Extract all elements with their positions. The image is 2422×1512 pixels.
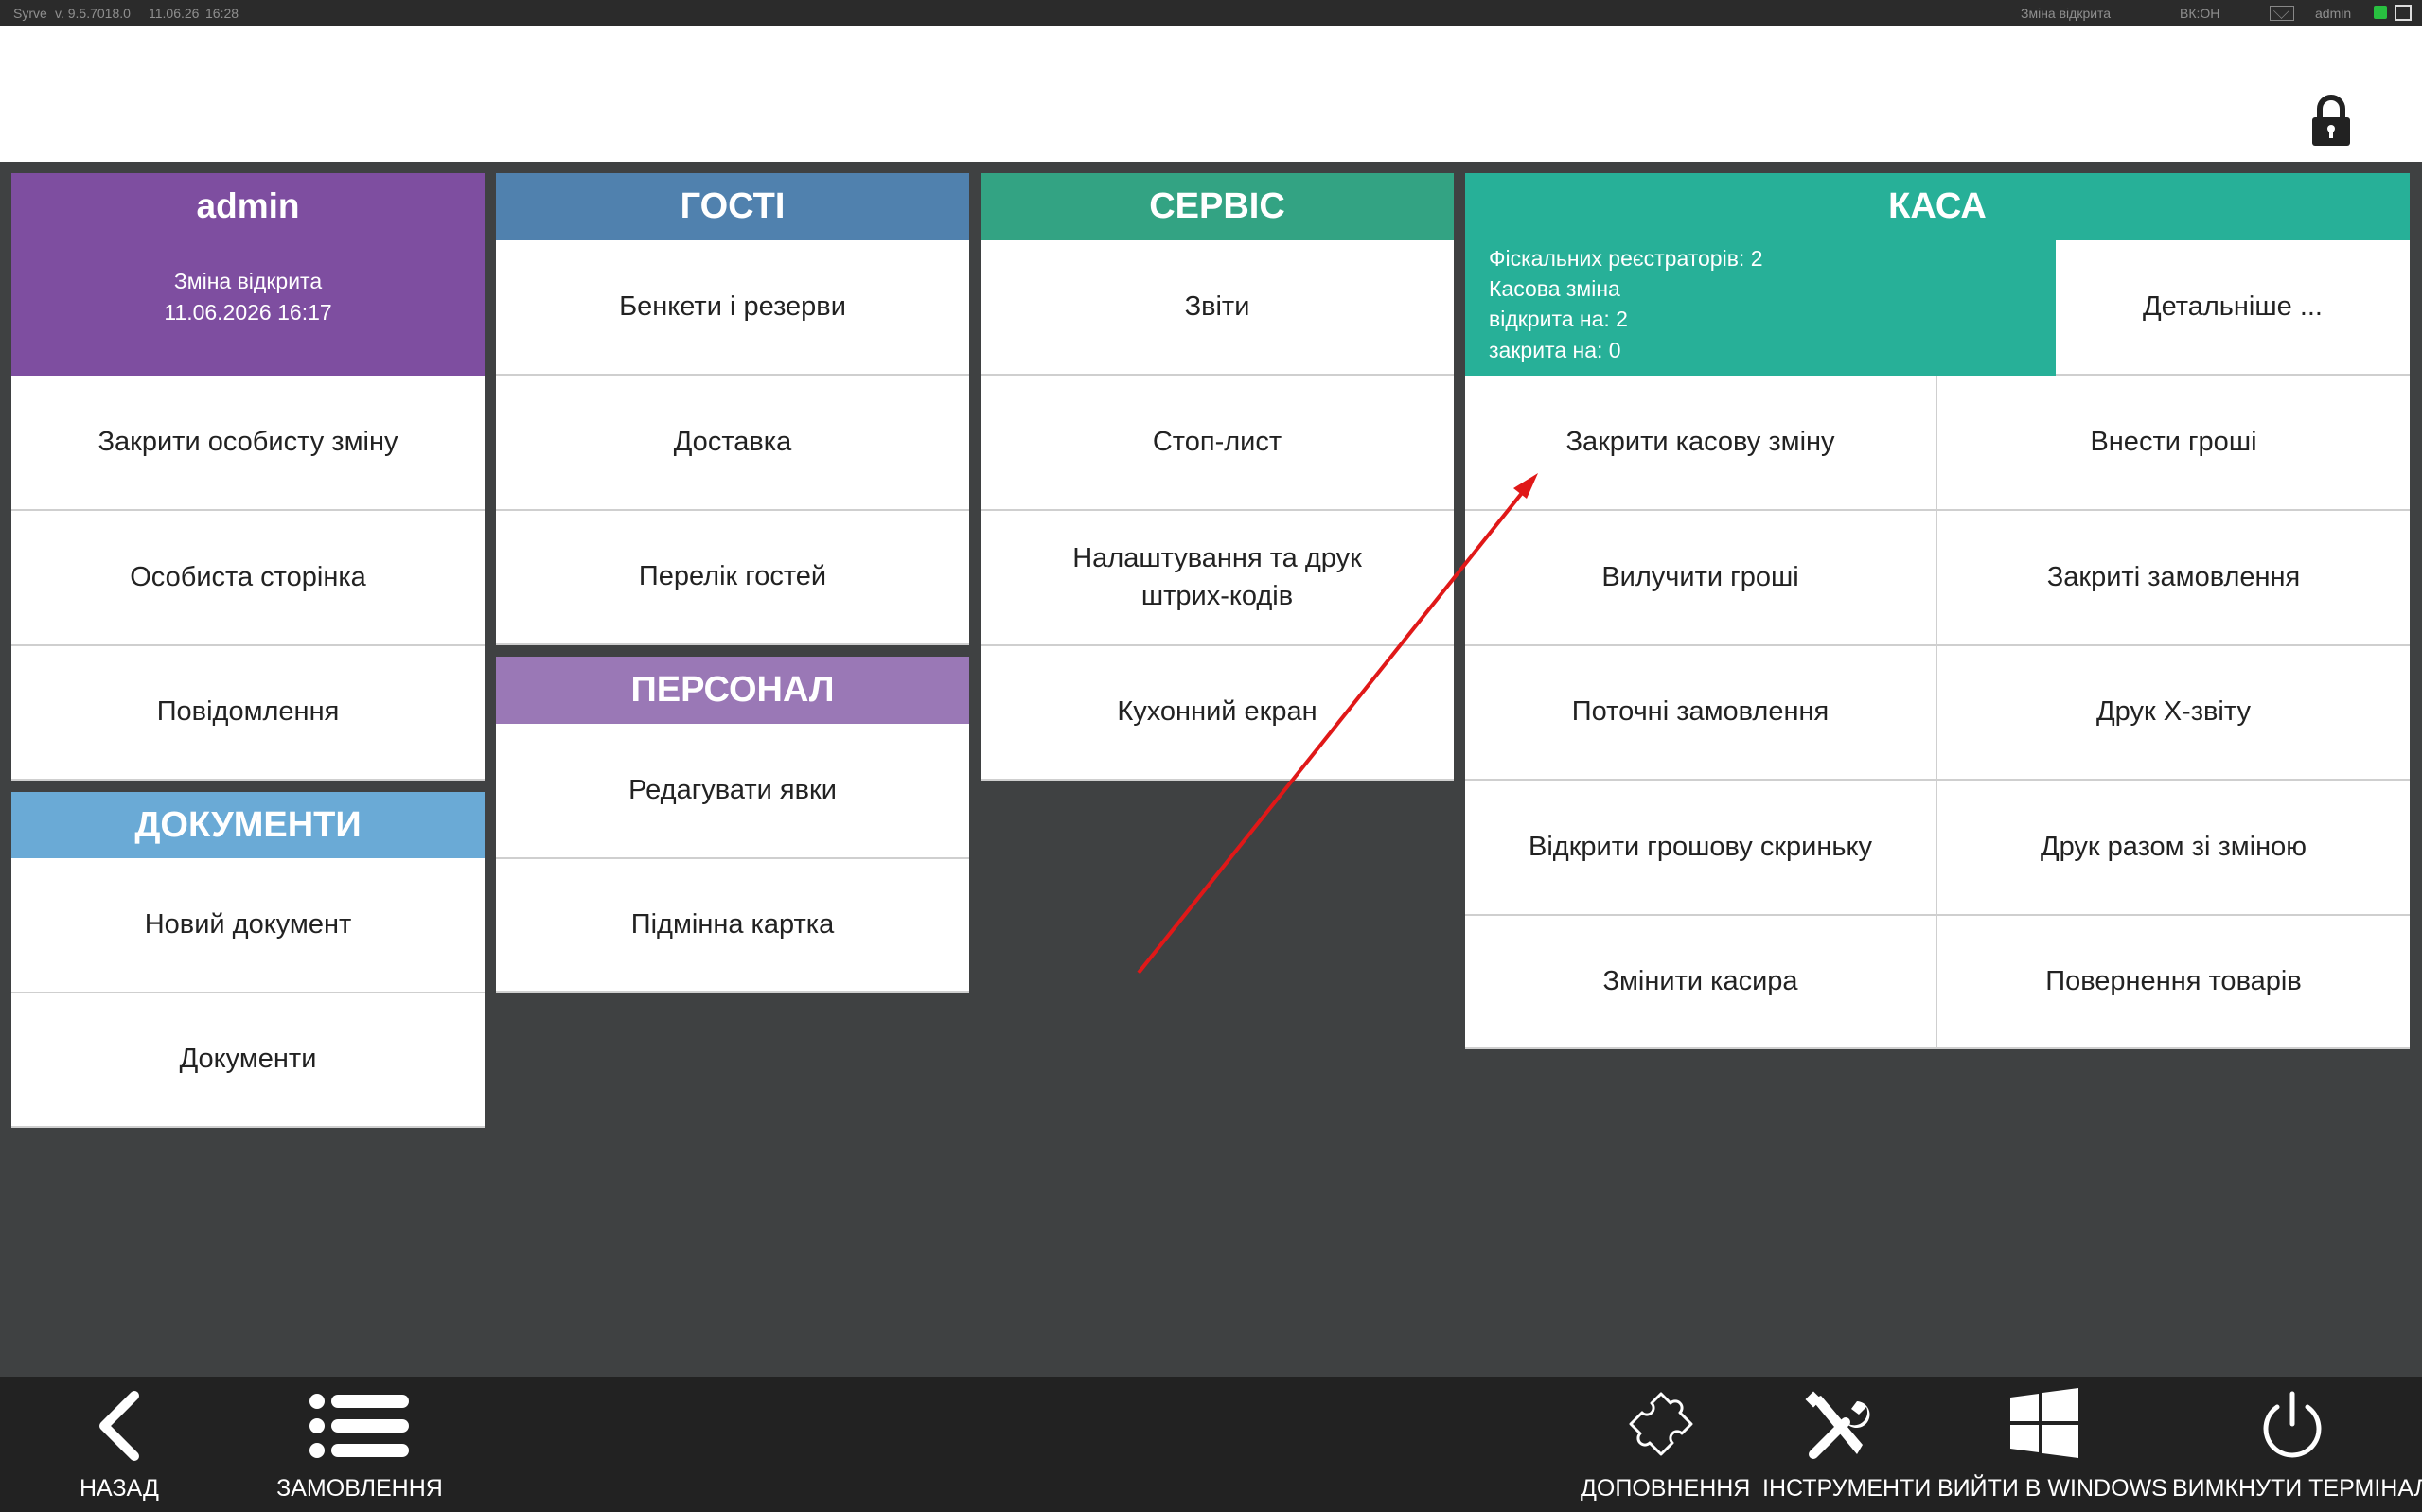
delivery-button[interactable]: Доставка	[496, 376, 969, 511]
list-icon	[309, 1394, 409, 1458]
lock-icon[interactable]	[2309, 95, 2353, 148]
guests-title: ГОСТІ	[496, 173, 969, 240]
puzzle-icon	[1629, 1392, 1693, 1456]
staff-title: ПЕРСОНАЛ	[496, 657, 969, 724]
close-cash-shift-button[interactable]: Закрити касову зміну	[1465, 376, 1937, 511]
window-icon[interactable]	[2395, 5, 2412, 21]
change-cashier-button[interactable]: Змінити касира	[1465, 916, 1937, 1049]
edit-attendance-button[interactable]: Редагувати явки	[496, 724, 969, 859]
shift-time: 11.06.2026 16:17	[164, 300, 332, 325]
messages-button[interactable]: Повідомлення	[11, 646, 485, 781]
cash-shift-label: Касова зміна	[1489, 276, 1620, 302]
kitchen-screen-button[interactable]: Кухонний екран	[981, 646, 1454, 781]
current-orders-button[interactable]: Поточні замовлення	[1465, 646, 1937, 781]
shift-status: Зміна відкрита	[2021, 6, 2112, 21]
service-title: СЕРВІС	[981, 173, 1454, 240]
app-brand: Syrve	[13, 6, 47, 21]
tools-button[interactable]: ІНСТРУМЕНТИ	[1762, 1377, 1932, 1512]
exit-windows-button[interactable]: ВИЙТИ В WINDOWS	[1937, 1377, 2167, 1512]
bottom-bar: НАЗАД ЗАМОВЛЕННЯ ДОПОВНЕННЯ ІНСТРУМЕНТИ	[0, 1377, 2422, 1512]
back-label: НАЗАД	[80, 1475, 159, 1502]
banquets-reservations-button[interactable]: Бенкети і резерви	[496, 240, 969, 376]
close-personal-shift-button[interactable]: Закрити особисту зміну	[11, 376, 485, 511]
addons-button[interactable]: ДОПОВНЕННЯ	[1581, 1377, 1751, 1512]
status-bar: Syrve v. 9.5.7018.0 11.06.26 16:28 Зміна…	[0, 0, 2422, 26]
connection-indicator-icon	[2374, 6, 2387, 19]
fiscal-registers: Фіскальних реєстраторів: 2	[1489, 246, 1763, 271]
status-user: admin	[2315, 6, 2352, 21]
cash-shift-open: відкрита на: 2	[1489, 307, 1628, 332]
orders-label: ЗАМОВЛЕННЯ	[276, 1475, 443, 1502]
app-version: v. 9.5.7018.0	[55, 6, 131, 21]
shutdown-button[interactable]: ВИМКНУТИ ТЕРМІНАЛ	[2172, 1377, 2422, 1512]
stop-list-button[interactable]: Стоп-лист	[981, 376, 1454, 511]
documents-title: ДОКУМЕНТИ	[11, 792, 485, 858]
personal-page-button[interactable]: Особиста сторінка	[11, 511, 485, 646]
substitute-card-button[interactable]: Підмінна картка	[496, 859, 969, 993]
orders-button[interactable]: ЗАМОВЛЕННЯ	[274, 1377, 445, 1512]
exit-windows-label: ВИЙТИ В WINDOWS	[1937, 1475, 2167, 1502]
documents-button[interactable]: Документи	[11, 993, 485, 1128]
back-button[interactable]: НАЗАД	[66, 1377, 172, 1512]
power-icon	[2263, 1391, 2322, 1458]
status-time: 16:28	[205, 6, 239, 21]
return-goods-button[interactable]: Повернення товарів	[1937, 916, 2410, 1049]
print-x-report-button[interactable]: Друк Х-звіту	[1937, 646, 2410, 781]
cash-shift-closed: закрита на: 0	[1489, 337, 1621, 362]
tools-icon	[1805, 1391, 1870, 1459]
details-button[interactable]: Детальніше ...	[2056, 240, 2410, 376]
guest-list-button[interactable]: Перелік гостей	[496, 511, 969, 645]
shift-label: Зміна відкрита	[173, 269, 323, 293]
tools-label: ІНСТРУМЕНТИ	[1762, 1475, 1932, 1502]
closed-orders-button[interactable]: Закриті замовлення	[1937, 511, 2410, 646]
reports-button[interactable]: Звіти	[981, 240, 1454, 376]
user-name: admin	[196, 186, 300, 225]
print-with-shift-button[interactable]: Друк разом зі зміною	[1937, 781, 2410, 916]
windows-icon	[2010, 1388, 2078, 1458]
header	[0, 26, 2422, 162]
withdraw-money-button[interactable]: Вилучити гроші	[1465, 511, 1937, 646]
addons-label: ДОПОВНЕННЯ	[1581, 1475, 1751, 1502]
user-panel: admin Зміна відкрита 11.06.2026 16:17	[11, 173, 485, 376]
cash-title: КАСА	[1465, 173, 2410, 240]
deposit-money-button[interactable]: Внести гроші	[1937, 376, 2410, 511]
mail-icon[interactable]	[2270, 6, 2294, 21]
open-cash-drawer-button[interactable]: Відкрити грошову скриньку	[1465, 781, 1937, 916]
new-document-button[interactable]: Новий документ	[11, 858, 485, 993]
status-date: 11.06.26	[149, 6, 200, 21]
shutdown-label: ВИМКНУТИ ТЕРМІНАЛ	[2172, 1475, 2422, 1502]
chevron-left-icon	[99, 1391, 139, 1461]
barcode-settings-button[interactable]: Налаштування та друк штрих-кодів	[981, 511, 1454, 646]
indicator-text: ВК:ОН	[2180, 6, 2220, 21]
cash-info: Фіскальних реєстраторів: 2 Касова зміна …	[1465, 240, 2056, 376]
